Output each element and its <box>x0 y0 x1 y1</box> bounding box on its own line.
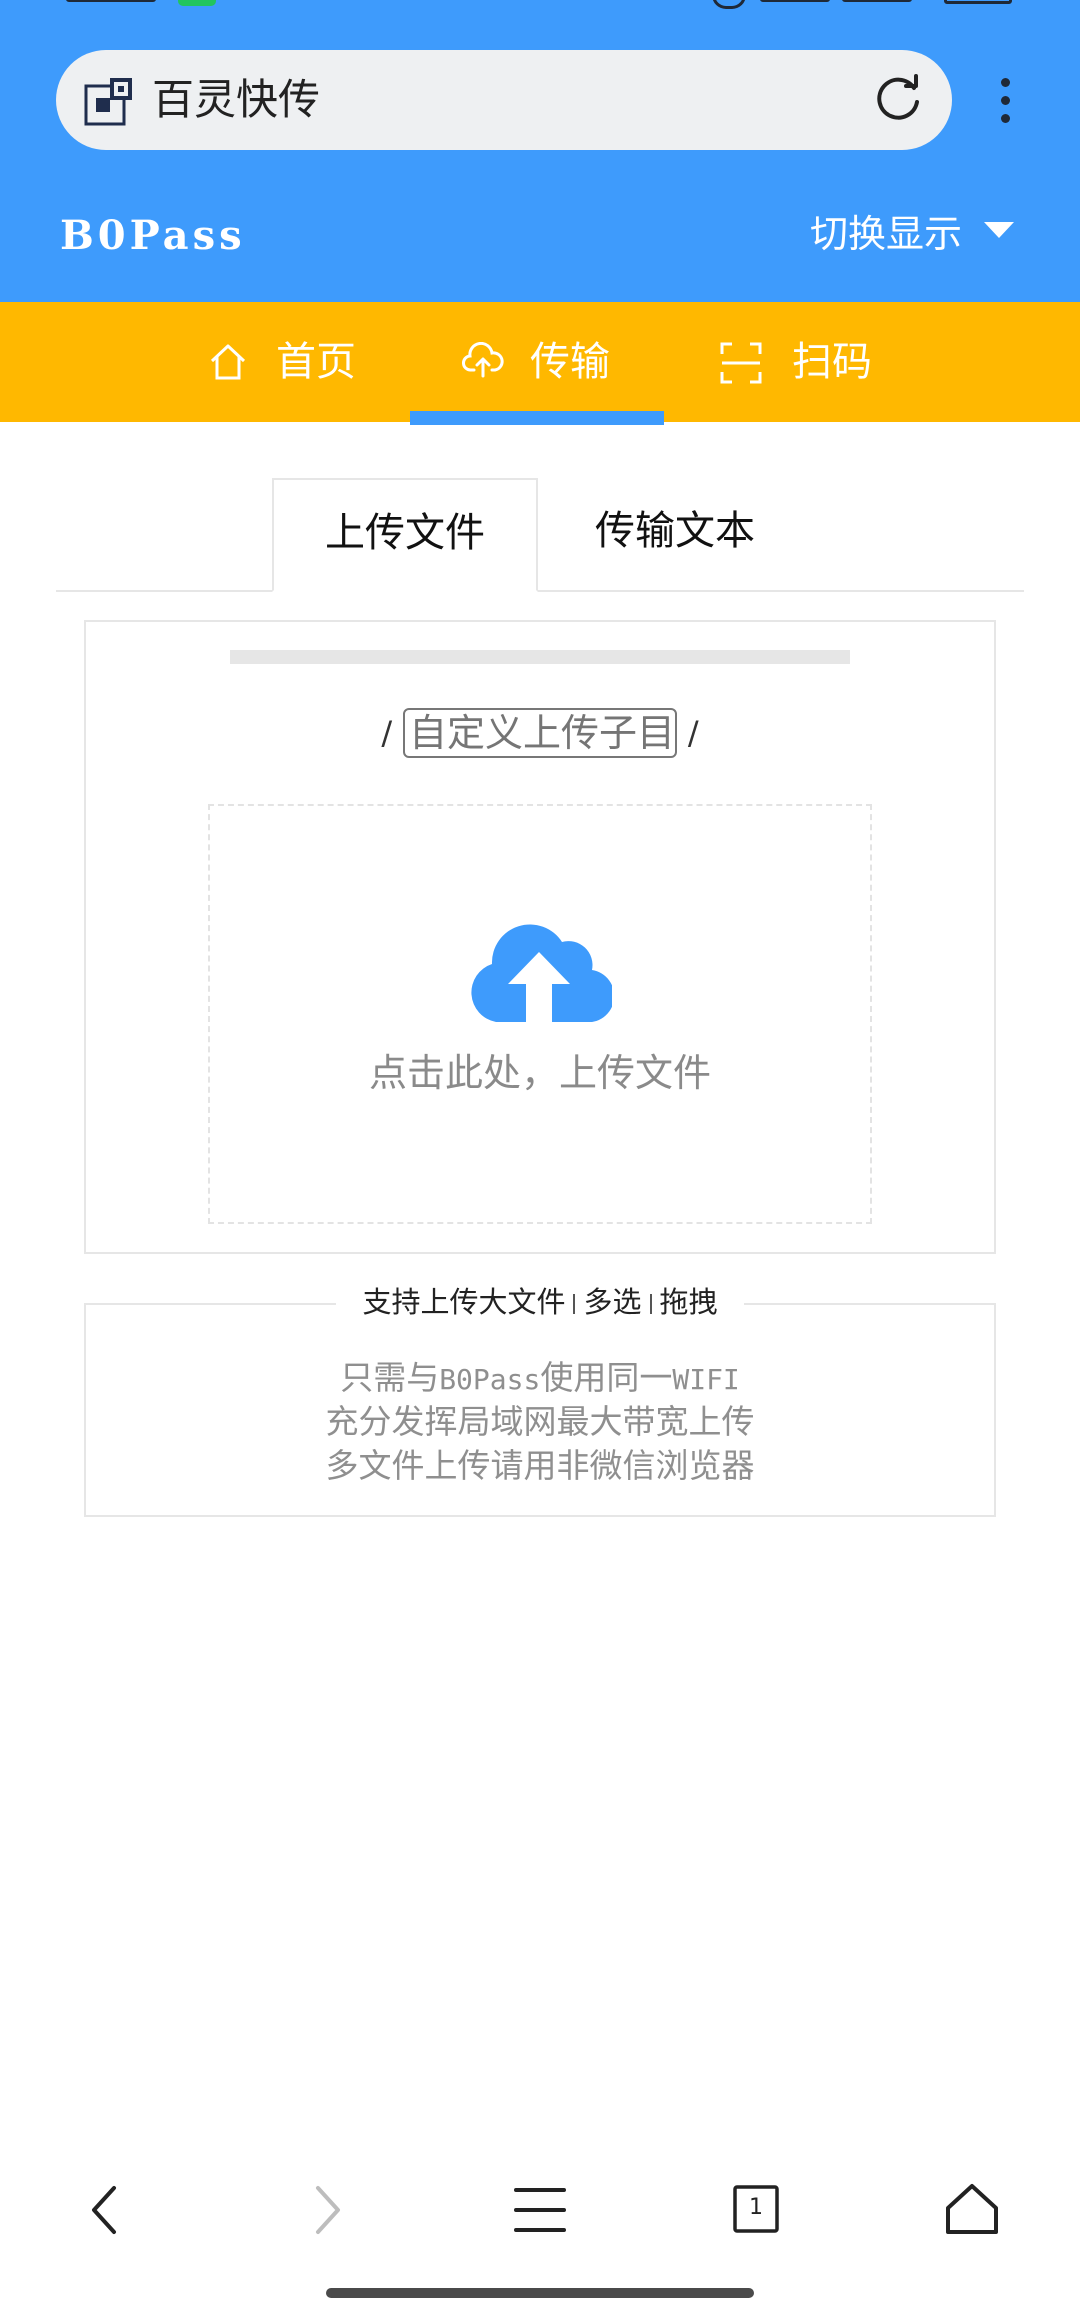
cloud-upload-icon <box>471 924 612 1022</box>
nav-label-transfer: 传输 <box>530 339 610 385</box>
browser-bottom-nav: 1 <box>0 2166 1080 2246</box>
tab-count: 1 <box>749 2195 763 2220</box>
nav-item-scan[interactable]: 扫码 <box>720 302 880 422</box>
status-indicator <box>178 0 216 6</box>
path-slash: / <box>381 714 393 752</box>
signal-icon <box>842 0 912 2</box>
alarm-icon <box>712 0 746 9</box>
brand-title: B0Pass <box>60 212 246 259</box>
home-icon <box>210 344 246 380</box>
tab-transfer-text[interactable]: 传输文本 <box>560 478 790 592</box>
kebab-menu-icon[interactable] <box>990 72 1020 132</box>
menu-dot <box>1001 78 1010 87</box>
path-slash: / <box>687 714 699 752</box>
info-legend: 支持上传大文件 多选 拖拽 <box>0 1282 1080 1322</box>
browser-header: 百灵快传 B0Pass 切换显示 <box>0 0 1080 302</box>
nav-active-indicator <box>410 411 664 425</box>
home-indicator[interactable] <box>326 2288 754 2298</box>
subdir-row: / / <box>86 708 994 768</box>
drop-zone-text: 点击此处，上传文件 <box>368 1051 711 1095</box>
nav-item-home[interactable]: 首页 <box>208 302 368 422</box>
nav-item-transfer[interactable]: 传输 <box>462 302 622 422</box>
tabs-button[interactable]: 1 <box>726 2180 786 2240</box>
info-panel: 只需与B0Pass使用同一WIFI 充分发挥局域网最大带宽上传 多文件上传请用非… <box>84 1303 996 1517</box>
address-text[interactable]: 百灵快传 <box>152 50 320 150</box>
info-line-wifi: 只需与B0Pass使用同一WIFI <box>86 1351 994 1399</box>
info-brand: B0Pass <box>439 1363 541 1396</box>
main-nav: 首页 传输 扫码 <box>0 302 1080 422</box>
status-time <box>66 0 156 2</box>
tabs-divider <box>56 590 1024 592</box>
menu-dot <box>1001 114 1010 123</box>
legend-separator <box>573 1294 576 1314</box>
signal-icon <box>760 0 830 2</box>
back-icon[interactable] <box>76 2180 136 2240</box>
legend-multiselect: 多选 <box>583 1285 642 1319</box>
info-line-browser: 多文件上传请用非微信浏览器 <box>325 1446 755 1485</box>
info-text: 只需与 <box>340 1358 440 1397</box>
menu-dot <box>1001 96 1010 105</box>
switch-display-button[interactable]: 切换显示 <box>810 206 962 262</box>
home-icon[interactable] <box>942 2180 1002 2240</box>
upload-panel: / / 点击此处，上传文件 <box>84 620 996 1254</box>
nav-label-home: 首页 <box>276 339 356 385</box>
site-logo-icon <box>84 78 132 126</box>
legend-large-file: 支持上传大文件 <box>362 1285 566 1319</box>
cloud-upload-icon <box>462 342 504 378</box>
legend-drag: 拖拽 <box>659 1285 718 1319</box>
caret-down-icon[interactable] <box>984 222 1014 238</box>
scan-icon <box>720 342 762 384</box>
tab-upload-file[interactable]: 上传文件 <box>272 478 538 592</box>
menu-icon[interactable] <box>510 2180 570 2240</box>
info-line-bandwidth: 充分发挥局域网最大带宽上传 <box>325 1402 755 1441</box>
nav-label-scan: 扫码 <box>792 339 872 385</box>
upload-progress-bar <box>230 650 850 664</box>
info-wifi: WIFI <box>672 1363 740 1396</box>
reload-icon[interactable] <box>872 74 924 126</box>
info-text: 使用同一 <box>540 1358 673 1397</box>
forward-icon[interactable] <box>296 2180 356 2240</box>
legend-separator <box>649 1294 652 1314</box>
battery-icon <box>944 0 1012 4</box>
upload-drop-zone[interactable]: 点击此处，上传文件 <box>208 804 872 1224</box>
status-bar <box>0 0 1080 10</box>
subdir-input[interactable] <box>403 708 677 758</box>
address-bar[interactable]: 百灵快传 <box>56 50 952 150</box>
